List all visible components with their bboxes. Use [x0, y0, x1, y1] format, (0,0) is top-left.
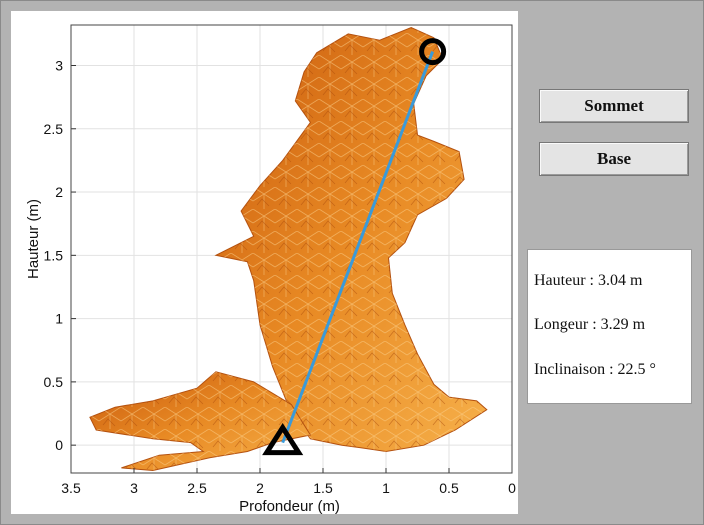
x-tick-label: 3	[130, 480, 138, 496]
x-axis-title: Profondeur (m)	[239, 498, 340, 514]
y-tick-label: 0	[55, 437, 63, 453]
measurement-panel: Hauteur : 3.04 m Longeur : 3.29 m Inclin…	[527, 249, 692, 404]
base-button[interactable]: Base	[539, 142, 689, 176]
x-tick-label: 1	[382, 480, 390, 496]
y-tick-label: 0.5	[44, 374, 64, 390]
x-tick-label: 3.5	[61, 480, 81, 496]
plot-panel: 3.5 3 2.5 2 1.5 1 0.5 0 0 0.5 1 1.5 2 2.5 3 Profondeur…	[11, 11, 518, 514]
y-tick-label: 2	[55, 184, 63, 200]
x-tick-label: 2	[256, 480, 264, 496]
x-tick-label: 2.5	[187, 480, 207, 496]
x-tick-label: 0.5	[439, 480, 459, 496]
y-tick-label: 1.5	[44, 247, 64, 263]
x-tick-label: 1.5	[313, 480, 333, 496]
y-axis-title: Hauteur (m)	[25, 199, 42, 279]
y-tick-label: 3	[55, 57, 63, 73]
y-tick-label: 1	[55, 311, 63, 327]
terrain-surface	[89, 26, 488, 472]
y-tick-label: 2.5	[44, 121, 64, 137]
height-readout: Hauteur : 3.04 m	[534, 272, 643, 289]
app-window: 3.5 3 2.5 2 1.5 1 0.5 0 0 0.5 1 1.5 2 2.5 3 Profondeur…	[0, 0, 704, 525]
sediment-plot[interactable]: 3.5 3 2.5 2 1.5 1 0.5 0 0 0.5 1 1.5 2 2.5 3 Profondeur…	[11, 11, 518, 514]
x-tick-label: 0	[508, 480, 516, 496]
inclination-readout: Inclinaison : 22.5 °	[534, 361, 656, 378]
length-readout: Longeur : 3.29 m	[534, 316, 646, 333]
terrain-surface-foot-texture	[89, 371, 311, 471]
sommet-button[interactable]: Sommet	[539, 89, 689, 123]
